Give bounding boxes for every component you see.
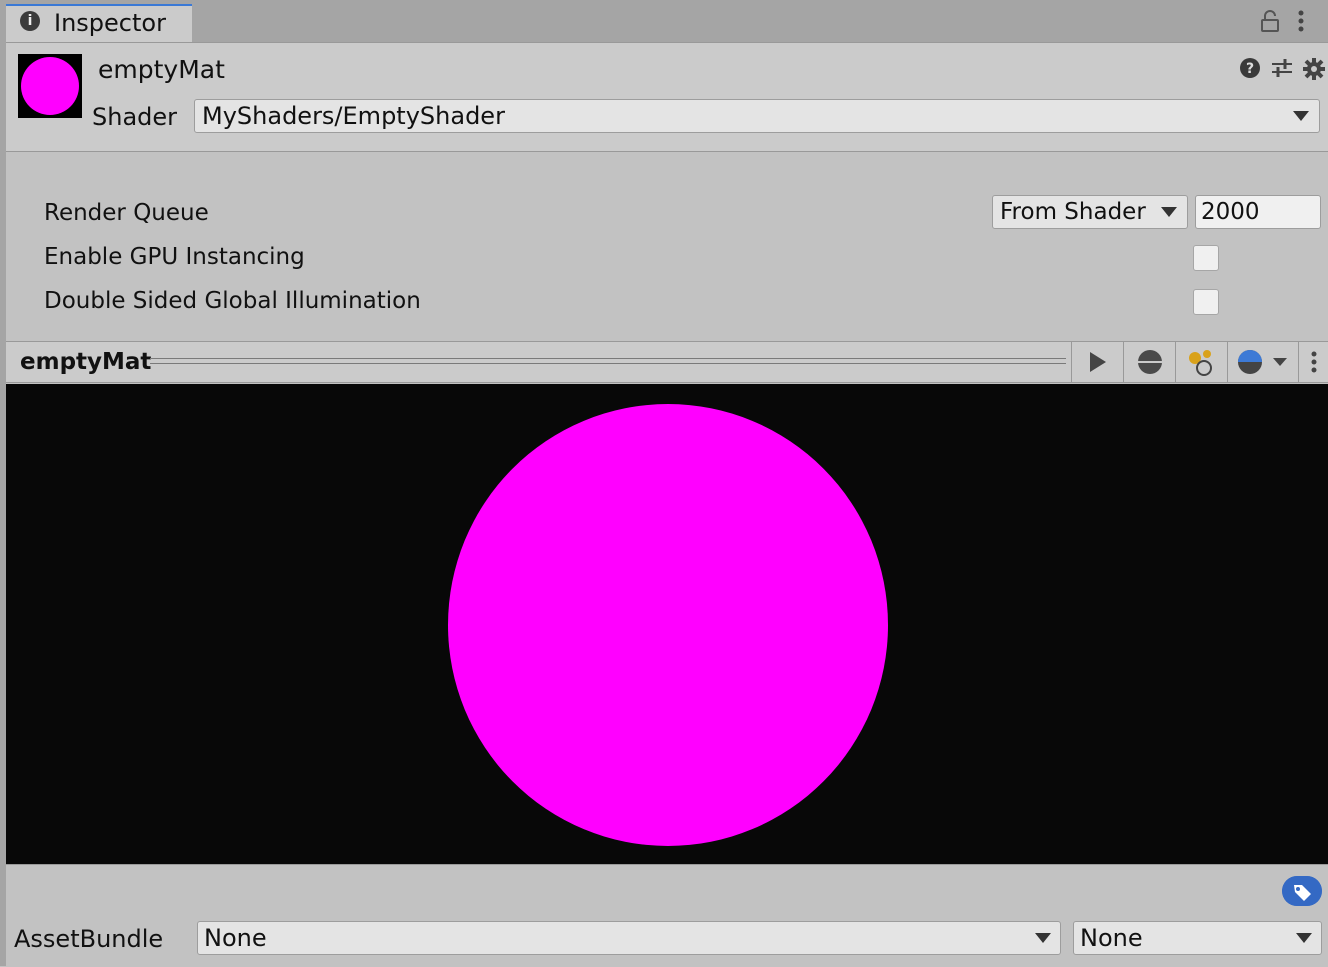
preview-mesh-dropdown[interactable] <box>1227 342 1298 382</box>
material-thumbnail-sphere <box>21 57 79 115</box>
shader-label: Shader <box>92 103 178 131</box>
lights-icon <box>1189 350 1212 376</box>
tab-bar <box>0 0 1328 43</box>
chevron-down-icon <box>1035 933 1051 943</box>
label-tag-icon[interactable] <box>1282 876 1322 906</box>
preview-mesh-icon <box>1238 350 1287 374</box>
assetbundle-label: AssetBundle <box>14 925 164 953</box>
assetbundle-name-dropdown[interactable] <box>197 921 1061 955</box>
preview-resize-handle[interactable] <box>150 358 1066 364</box>
preview-lights-button[interactable] <box>1175 342 1227 382</box>
gpu-instancing-label: Enable GPU Instancing <box>44 244 305 270</box>
assetbundle-variant-value: None <box>1080 924 1143 952</box>
preset-icon[interactable] <box>1270 57 1294 79</box>
info-icon: i <box>20 11 40 31</box>
double-sided-gi-checkbox[interactable] <box>1193 289 1219 315</box>
help-icon[interactable]: ? <box>1239 57 1261 79</box>
material-name: emptyMat <box>98 55 225 84</box>
render-queue-label: Render Queue <box>44 200 209 226</box>
chevron-down-icon <box>1161 207 1177 217</box>
kebab-menu-icon <box>1311 351 1317 373</box>
chevron-down-icon <box>1293 111 1309 121</box>
gpu-instancing-checkbox[interactable] <box>1193 245 1219 271</box>
render-queue-value: 2000 <box>1201 199 1260 225</box>
tab-label: Inspector <box>54 9 166 37</box>
preview-title: emptyMat <box>20 349 152 375</box>
preview-menu-button[interactable] <box>1298 342 1328 382</box>
gear-icon[interactable] <box>1302 57 1326 81</box>
assetbundle-name-value: None <box>204 924 267 952</box>
sphere-icon <box>1138 350 1162 374</box>
preview-sphere-button[interactable] <box>1123 342 1175 382</box>
play-button[interactable] <box>1071 342 1123 382</box>
render-queue-mode: From Shader <box>1000 199 1146 225</box>
chevron-down-icon <box>1296 933 1312 943</box>
kebab-menu-icon[interactable] <box>1293 10 1309 32</box>
svg-text:?: ? <box>1246 61 1254 77</box>
play-icon <box>1090 352 1106 372</box>
preview-sphere <box>448 404 888 846</box>
shader-dropdown-value: MyShaders/EmptyShader <box>202 102 505 130</box>
lock-icon[interactable] <box>1260 10 1280 32</box>
double-sided-gi-label: Double Sided Global Illumination <box>44 288 421 314</box>
